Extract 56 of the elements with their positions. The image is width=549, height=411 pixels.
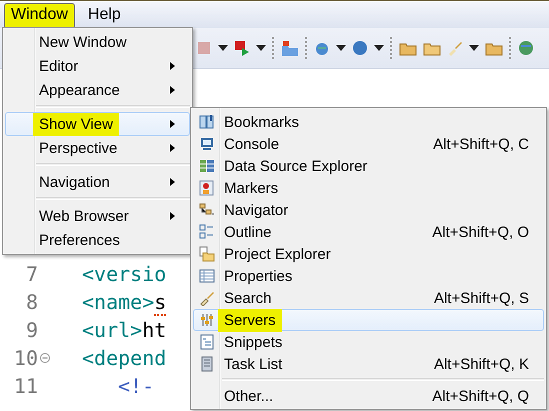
line-number: 11: [12, 374, 38, 398]
menu-bar-item[interactable]: Help: [80, 3, 128, 29]
marker-icon: [199, 180, 215, 196]
menu-item[interactable]: Search Alt+Shift+Q, S: [193, 287, 544, 309]
circle-icon[interactable]: [352, 40, 368, 56]
menu-item[interactable]: Web Browser: [5, 204, 190, 228]
menu-item[interactable]: Appearance: [5, 78, 190, 102]
menu-item[interactable]: Task List Alt+Shift+Q, K: [193, 353, 544, 375]
menu-item[interactable]: Servers: [193, 309, 544, 331]
line-number: 10: [12, 346, 38, 370]
dropdown-caret-icon: [218, 45, 228, 51]
monitor-icon: [199, 136, 215, 152]
sliders-icon: [199, 312, 215, 328]
globe-icon[interactable]: [314, 40, 330, 56]
menu-item[interactable]: Editor: [5, 54, 190, 78]
menu-item[interactable]: Navigator: [193, 199, 544, 221]
list-icon: [199, 224, 215, 240]
menu-bar-item[interactable]: Window: [4, 3, 75, 29]
line-number: 7: [24, 262, 38, 286]
dropdown-caret-icon: [256, 45, 266, 51]
brush-icon: [199, 290, 215, 306]
brush-icon[interactable]: [447, 40, 463, 56]
run-icon[interactable]: [234, 40, 250, 56]
code-text: <!-: [118, 374, 154, 398]
menu-item[interactable]: Markers: [193, 177, 544, 199]
menu-item[interactable]: Data Source Explorer: [193, 155, 544, 177]
menu-item[interactable]: Console Alt+Shift+Q, C: [193, 133, 544, 155]
code-text: <url>ht: [82, 318, 166, 342]
table-icon: [199, 268, 215, 284]
menu-item[interactable]: Project Explorer: [193, 243, 544, 265]
code-text: <name>s: [82, 290, 166, 314]
globe-icon[interactable]: [518, 40, 534, 56]
notepad-icon: [199, 356, 215, 372]
dropdown-caret-icon: [374, 45, 384, 51]
menu-item[interactable]: Perspective: [5, 136, 190, 160]
menu-item[interactable]: Preferences: [5, 228, 190, 252]
menu-item[interactable]: New Window: [5, 30, 190, 54]
grid-icon: [199, 158, 215, 174]
folder-icon[interactable]: [281, 40, 299, 56]
line-number: 8: [24, 290, 38, 314]
menu-item[interactable]: Snippets: [193, 331, 544, 353]
document-icon: [199, 334, 215, 350]
fold-icon[interactable]: [40, 353, 50, 363]
book-icon: [199, 114, 215, 130]
menu-item[interactable]: Other... Alt+Shift+Q, Q: [193, 385, 544, 407]
folder-icon: [199, 246, 215, 262]
menu-item[interactable]: Properties: [193, 265, 544, 287]
dropdown-caret-icon: [336, 45, 346, 51]
line-number: 9: [24, 318, 38, 342]
menu-item[interactable]: Navigation: [5, 170, 190, 194]
dropdown-caret-icon: [469, 45, 479, 51]
menu-item[interactable]: Bookmarks: [193, 111, 544, 133]
code-text: <depend: [82, 346, 166, 370]
code-text: <versio: [82, 262, 166, 286]
menu-item[interactable]: Show View: [5, 112, 190, 136]
menu-item[interactable]: Outline Alt+Shift+Q, O: [193, 221, 544, 243]
